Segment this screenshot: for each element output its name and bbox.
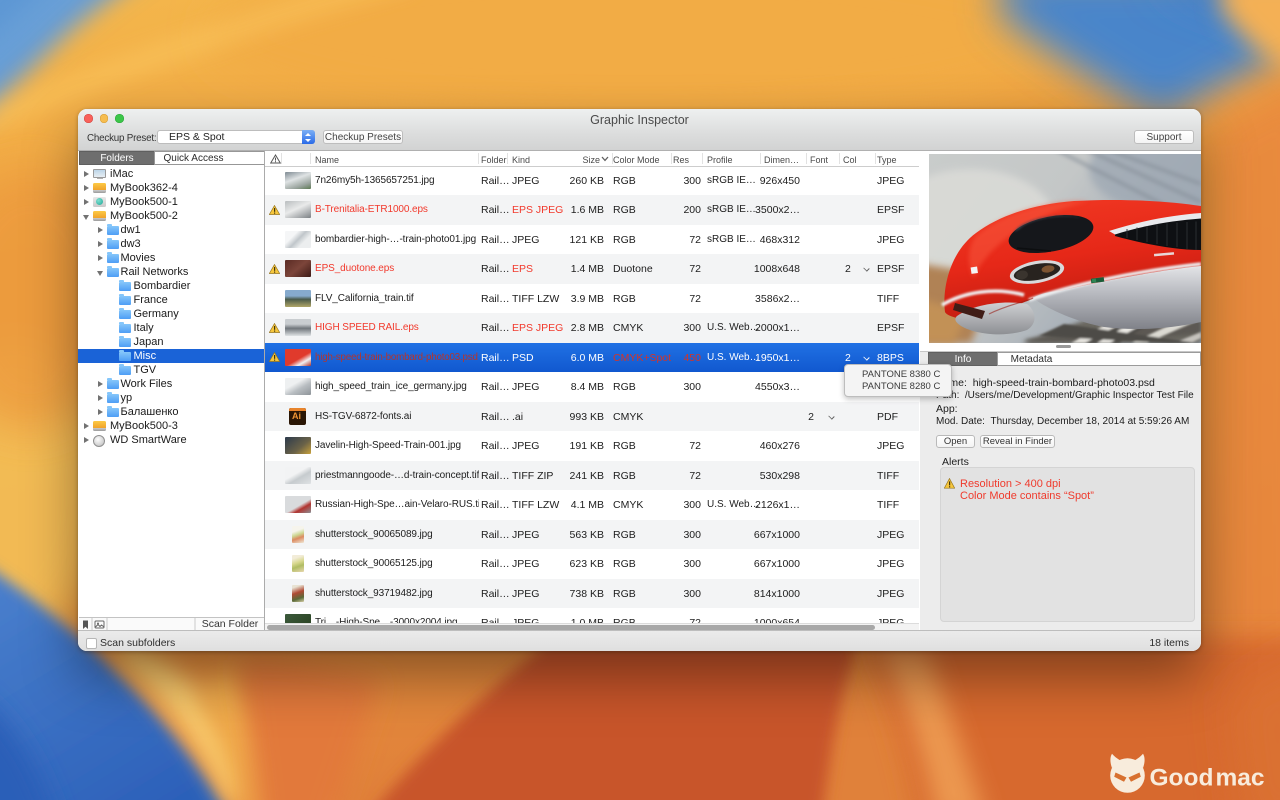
svg-text:Goodmac: Goodmac: [1150, 765, 1265, 792]
